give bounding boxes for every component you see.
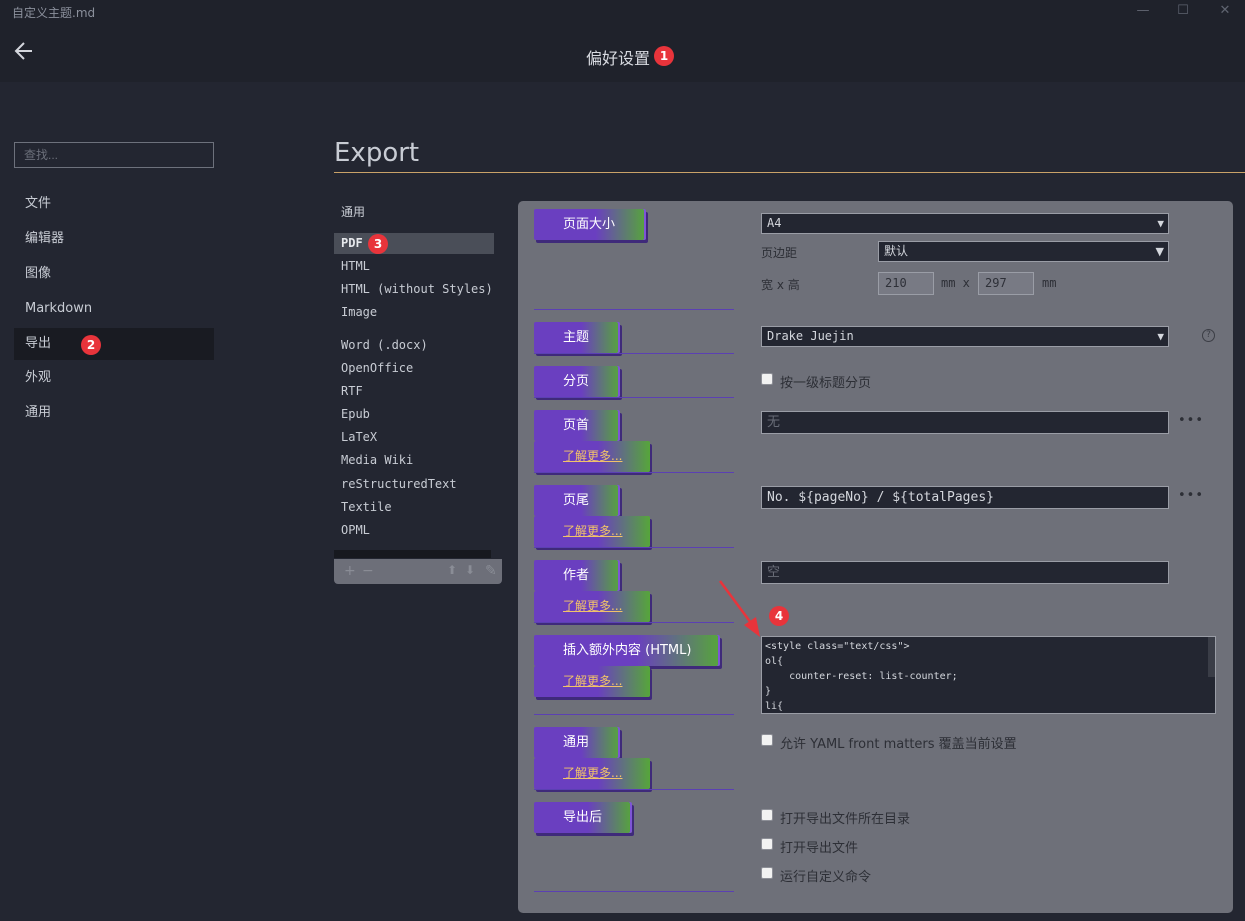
chevron-down-icon: ▼	[1157, 217, 1164, 230]
format-list-scrollbar[interactable]	[334, 550, 491, 558]
format-list-toolbar	[334, 559, 502, 584]
sidebar-item-image[interactable]: 图像	[14, 258, 214, 290]
search-input[interactable]	[14, 142, 214, 168]
page-size-value: A4	[767, 216, 782, 230]
paging-label: 分页	[534, 366, 620, 397]
paging-option-label: 按一级标题分页	[780, 376, 872, 391]
format-item-general[interactable]: 通用	[334, 202, 494, 223]
format-item-mediawiki[interactable]: Media Wiki	[334, 450, 494, 471]
minimize-button[interactable]: —	[1133, 3, 1153, 18]
learn-more-link[interactable]: 了解更多...	[534, 758, 650, 789]
divider	[534, 397, 734, 398]
format-item-html-without-styles[interactable]: HTML (without Styles)	[334, 279, 494, 300]
textarea-scrollbar[interactable]	[1208, 637, 1215, 677]
unit-label: mm x	[941, 276, 970, 290]
divider	[534, 309, 734, 310]
divider	[534, 714, 734, 715]
annotation-badge-2: 2	[81, 335, 101, 355]
chevron-down-icon: ▼	[1155, 245, 1164, 258]
extra-html-textarea[interactable]: <style class="text/css"> ol{ counter-res…	[761, 636, 1216, 714]
learn-more-link[interactable]: 了解更多...	[534, 666, 650, 697]
move-up-icon[interactable]: ⬆	[447, 563, 457, 577]
divider	[534, 789, 734, 790]
footer-input[interactable]: No. ${pageNo} / ${totalPages}	[761, 486, 1169, 509]
header-input[interactable]: 无	[761, 411, 1169, 434]
edit-icon[interactable]: ✎	[485, 563, 497, 579]
annotation-badge-4: 4	[769, 606, 789, 626]
maximize-button[interactable]: ☐	[1173, 3, 1193, 18]
divider	[534, 547, 734, 548]
format-item-html[interactable]: HTML	[334, 256, 494, 277]
paging-checkbox[interactable]	[761, 373, 773, 385]
add-icon[interactable]: +	[344, 563, 356, 579]
run-command-label: 运行自定义命令	[780, 870, 872, 885]
run-command-checkbox[interactable]	[761, 867, 773, 879]
annotation-badge-3: 3	[368, 234, 388, 254]
divider	[534, 353, 734, 354]
sidebar-item-export[interactable]: 导出	[14, 328, 214, 360]
format-item-opml[interactable]: OPML	[334, 520, 494, 541]
format-item-latex[interactable]: LaTeX	[334, 427, 494, 448]
yaml-override-label: 允许 YAML front matters 覆盖当前设置	[780, 737, 1017, 752]
page-title: 偏好设置	[586, 49, 651, 68]
height-input[interactable]: 297	[978, 272, 1034, 295]
theme-select[interactable]: Drake Juejin ▼	[761, 326, 1169, 347]
back-arrow-icon[interactable]	[12, 38, 38, 64]
theme-label: 主题	[534, 322, 620, 353]
more-icon[interactable]: •••	[1178, 488, 1204, 503]
format-item-image[interactable]: Image	[334, 302, 494, 323]
open-file-checkbox[interactable]	[761, 838, 773, 850]
format-item-epub[interactable]: Epub	[334, 404, 494, 425]
yaml-override-checkbox[interactable]	[761, 734, 773, 746]
annotation-badge-1: 1	[654, 46, 674, 66]
open-folder-checkbox[interactable]	[761, 809, 773, 821]
sidebar-item-file[interactable]: 文件	[14, 188, 214, 220]
format-item-textile[interactable]: Textile	[334, 497, 494, 518]
help-icon[interactable]: ?	[1202, 329, 1215, 342]
format-item-rtf[interactable]: RTF	[334, 381, 494, 402]
divider	[534, 472, 734, 473]
more-icon[interactable]: •••	[1178, 413, 1204, 428]
page-size-label: 页面大小	[534, 209, 646, 240]
sidebar-item-general[interactable]: 通用	[14, 397, 214, 429]
after-export-label: 导出后	[534, 802, 632, 833]
title-bar	[0, 0, 1245, 24]
unit-label: mm	[1042, 276, 1057, 290]
open-folder-label: 打开导出文件所在目录	[780, 812, 911, 827]
page-size-select[interactable]: A4 ▼	[761, 213, 1169, 234]
header-label: 页首	[534, 410, 620, 441]
format-item-restructuredtext[interactable]: reStructuredText	[334, 474, 494, 495]
margin-value: 默认	[884, 244, 909, 258]
format-item-word[interactable]: Word (.docx)	[334, 335, 494, 356]
section-title: Export	[334, 138, 420, 168]
learn-more-link[interactable]: 了解更多...	[534, 591, 650, 622]
remove-icon[interactable]: −	[362, 563, 374, 579]
margin-select[interactable]: 默认 ▼	[878, 241, 1169, 262]
open-file-label: 打开导出文件	[780, 841, 859, 856]
width-height-label: 宽 x 高	[761, 278, 800, 292]
margin-label: 页边距	[761, 246, 798, 260]
width-input[interactable]: 210	[878, 272, 934, 295]
author-input[interactable]: 空	[761, 561, 1169, 584]
theme-value: Drake Juejin	[767, 329, 854, 343]
close-button[interactable]: ✕	[1215, 3, 1235, 18]
divider	[534, 891, 734, 892]
sidebar-item-appearance[interactable]: 外观	[14, 362, 214, 394]
chevron-down-icon: ▼	[1157, 330, 1164, 343]
learn-more-link[interactable]: 了解更多...	[534, 516, 650, 547]
general-label: 通用	[534, 727, 620, 758]
learn-more-link[interactable]: 了解更多...	[534, 441, 650, 472]
format-item-pdf[interactable]: PDF	[334, 233, 494, 254]
format-item-openoffice[interactable]: OpenOffice	[334, 358, 494, 379]
extra-html-label: 插入额外内容 (HTML)	[534, 635, 720, 666]
divider	[534, 622, 734, 623]
sidebar-item-markdown[interactable]: Markdown	[14, 293, 214, 325]
author-label: 作者	[534, 560, 620, 591]
divider	[334, 172, 1245, 173]
sidebar-item-editor[interactable]: 编辑器	[14, 223, 214, 255]
move-down-icon[interactable]: ⬇	[465, 563, 475, 577]
footer-label: 页尾	[534, 485, 620, 516]
window-title: 自定义主题.md	[12, 6, 96, 20]
